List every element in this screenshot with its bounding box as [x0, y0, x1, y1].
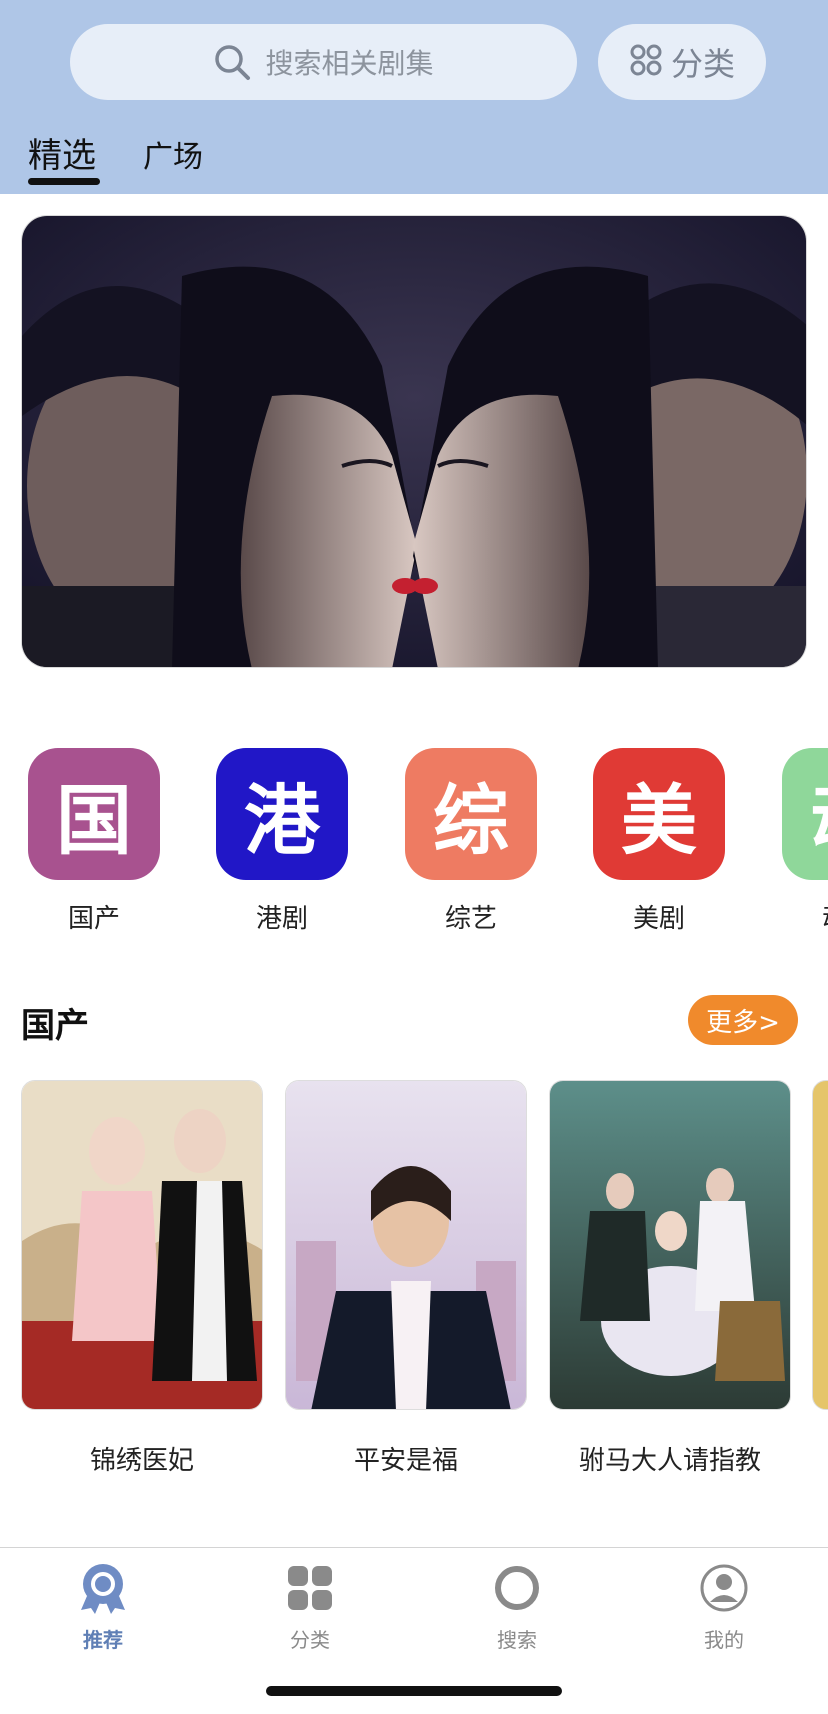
poster-image [812, 1080, 828, 1410]
category-tile: 港 [216, 748, 348, 880]
tabbar-label: 分类 [290, 1628, 330, 1652]
more-button[interactable]: 更多> [688, 995, 798, 1045]
banner-image [22, 216, 806, 667]
category-label: 综艺 [444, 904, 497, 934]
poster-title: 锦绣医妃 [89, 1446, 194, 1476]
tabbar-item-category[interactable]: 分类 [250, 1562, 370, 1653]
tabbar-item-recommend[interactable]: 推荐 [43, 1562, 163, 1653]
category-button-label: 分类 [670, 45, 735, 83]
category-icon [284, 1562, 336, 1614]
poster-item-partial[interactable] [812, 1080, 828, 1410]
category-button[interactable]: 分类 [598, 24, 766, 100]
category-label: 动漫 [782, 898, 828, 935]
poster-item[interactable]: 驸马大人请指教 [549, 1080, 791, 1477]
tabbar-label: 搜索 [497, 1628, 537, 1652]
recommend-icon [77, 1562, 129, 1614]
tabbar-item-search[interactable]: 搜索 [457, 1562, 577, 1653]
poster-item[interactable]: 锦绣医妃 [21, 1080, 263, 1477]
category-label: 美剧 [632, 904, 685, 934]
tab-featured[interactable]: 精选 [28, 128, 96, 177]
category-tile: 美 [593, 748, 725, 880]
category-tile: 国 [28, 748, 160, 880]
featured-banner[interactable] [21, 215, 807, 668]
category-glyph: 港 [244, 776, 320, 865]
category-row: 国 国产 港 港剧 综 综艺 美 美剧 动 动漫 [0, 748, 828, 938]
tab-square[interactable]: 广场 [143, 132, 203, 176]
search-placeholder: 搜索相关剧集 [265, 47, 434, 80]
category-item-anime[interactable]: 动 动漫 [782, 748, 828, 935]
top-header: 搜索相关剧集 分类 精选 广场 [0, 0, 828, 194]
poster-title: 驸马大人请指教 [578, 1446, 761, 1476]
poster-title: 平安是福 [353, 1446, 458, 1476]
category-glyph: 动 [810, 759, 828, 869]
category-item-variety[interactable]: 综 综艺 [405, 748, 537, 935]
active-tab-indicator [28, 178, 100, 185]
tabbar-label: 推荐 [83, 1628, 123, 1652]
home-indicator[interactable] [266, 1686, 562, 1696]
profile-icon [698, 1562, 750, 1614]
category-item-hk[interactable]: 港 港剧 [216, 748, 348, 935]
poster-image [21, 1080, 263, 1410]
poster-item[interactable]: 平安是福 [285, 1080, 527, 1477]
category-tile: 动 [782, 748, 828, 880]
search-icon [213, 43, 251, 81]
poster-image [285, 1080, 527, 1410]
category-label: 国产 [67, 904, 120, 934]
poster-image [549, 1080, 791, 1410]
category-glyph: 国 [56, 776, 132, 865]
category-item-domestic[interactable]: 国 国产 [28, 748, 160, 935]
search-bar[interactable]: 搜索相关剧集 [70, 24, 577, 100]
section-title: 国产 [21, 1006, 89, 1046]
grid-icon [629, 43, 663, 81]
category-glyph: 美 [621, 776, 697, 865]
category-tile: 综 [405, 748, 537, 880]
category-item-us[interactable]: 美 美剧 [593, 748, 725, 935]
category-glyph: 综 [433, 776, 509, 865]
search-icon [491, 1562, 543, 1614]
tabbar-label: 我的 [704, 1628, 744, 1652]
tabbar-item-profile[interactable]: 我的 [664, 1562, 784, 1653]
category-label: 港剧 [255, 904, 308, 934]
poster-row: 锦绣医妃 平安是福 驸马大人请指教 [0, 1080, 828, 1480]
